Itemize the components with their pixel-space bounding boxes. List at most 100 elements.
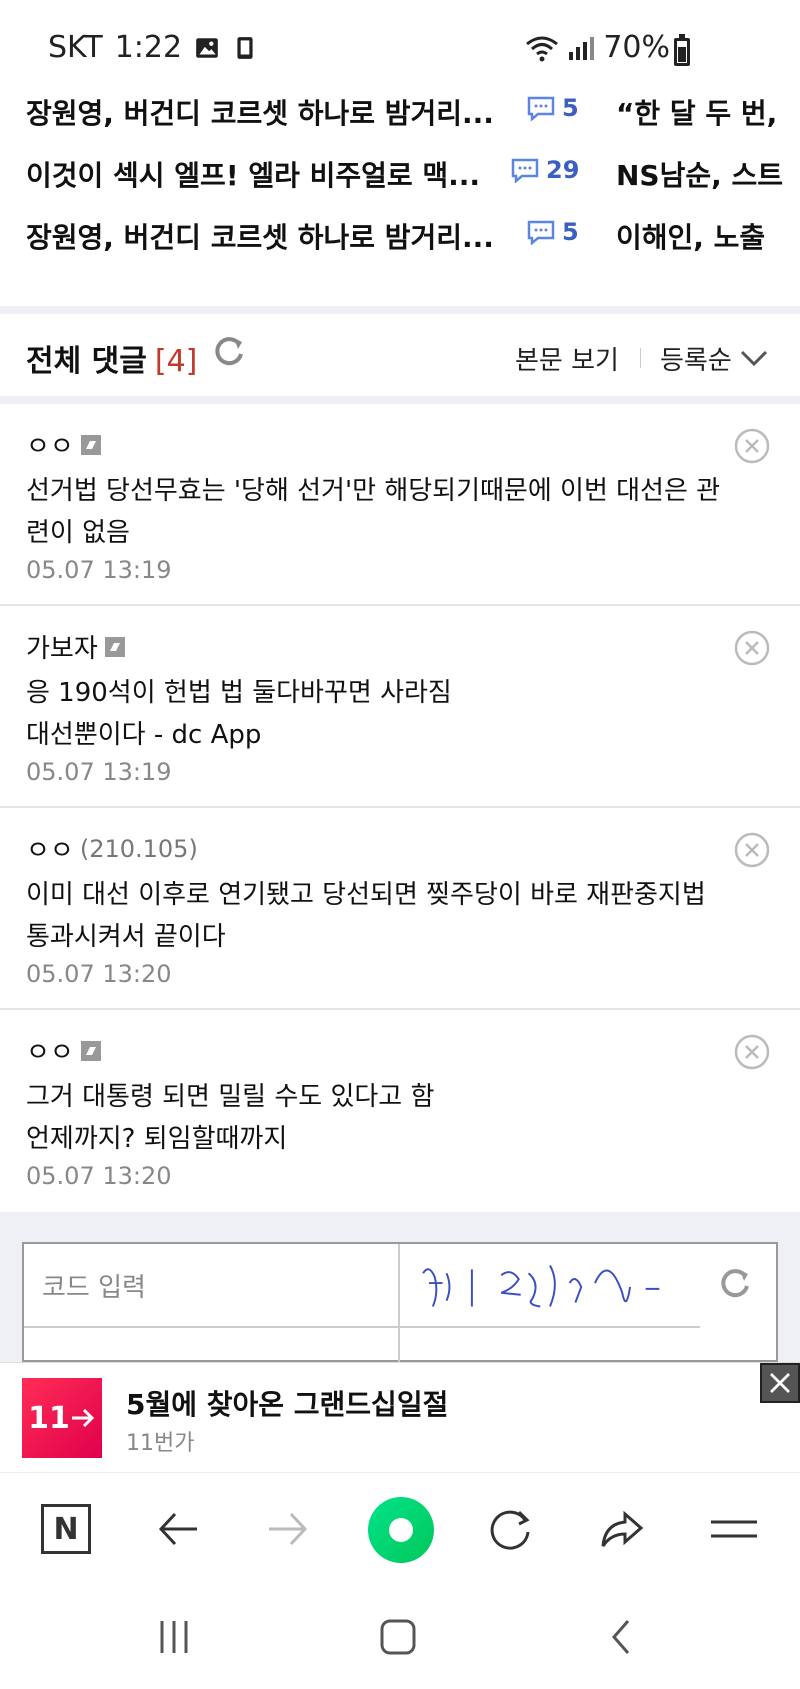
captcha-code-input[interactable]: 코드 입력 (24, 1244, 400, 1328)
comment-bubble-icon (527, 220, 555, 245)
share-arrow-icon (601, 1510, 644, 1547)
related-news-list: 장원영, 버건디 코르셋 하나로 밤거리... 5 “한 달 두 번, 이것이 … (0, 80, 800, 266)
comment-line: 선거법 당선무효는 '당해 선거'만 해당되기때문에 이번 대선은 관 (26, 476, 721, 506)
view-body-link[interactable]: 본문 보기 (515, 340, 619, 377)
comment-author[interactable]: 가보자 (26, 628, 126, 665)
header-separator (640, 348, 641, 368)
gallery-icon (196, 37, 218, 58)
ad-subtitle: 11번가 (126, 1431, 195, 1456)
captcha-image (400, 1265, 700, 1328)
comment-bubble-icon (511, 158, 539, 183)
news-row[interactable]: 장원영, 버건디 코르셋 하나로 밤거리... 5 “한 달 두 번, (0, 80, 800, 142)
browser-toolbar: N (0, 1472, 800, 1582)
menu-button[interactable] (704, 1499, 764, 1559)
comments-title: 전체 댓글 [4] (26, 336, 197, 380)
comments-count: [4] (154, 344, 198, 379)
comment-item: ㅇㅇ 그거 대통령 되면 밀릴 수도 있다고 함 언제까지? 퇴임할때까지 05… (0, 1010, 800, 1212)
news-title[interactable]: 이것이 섹시 엘프! 엘라 비주얼로 맥... (26, 154, 496, 194)
comment-line: 통과시켜서 끝이다 (26, 922, 226, 952)
comment-body: 그거 대통령 되면 밀릴 수도 있다고 함 언제까지? 퇴임할때까지 (26, 1076, 766, 1160)
arrow-right-icon (269, 1512, 308, 1546)
status-carrier: SKT (48, 30, 103, 65)
captcha-name-row (24, 1328, 400, 1362)
delete-comment-icon[interactable] (734, 630, 770, 666)
battery-percent: 70% (603, 30, 670, 65)
ad-banner[interactable]: 11 5월에 찾아온 그랜드십일절 11번가 (0, 1362, 800, 1472)
comment-date: 05.07 13:19 (26, 556, 172, 584)
comment-item: 가보자 응 190석이 헌법 법 둘다바꾸면 사라짐 대선뿐이다 - dc Ap… (0, 606, 800, 808)
wifi-icon (526, 36, 559, 61)
news-right-title[interactable]: NS남순, 스트 (616, 154, 800, 194)
author-name: ㅇㅇ (26, 1038, 74, 1068)
recent-apps-icon (160, 1621, 188, 1653)
comment-author[interactable]: ㅇㅇ (210.105) (26, 830, 198, 867)
reload-button[interactable] (480, 1499, 540, 1559)
ad-logo-arrow-icon (71, 1408, 94, 1428)
ad-logo-text: 11 (28, 1400, 70, 1436)
captcha-refresh-icon[interactable] (718, 1266, 752, 1300)
comment-body: 응 190석이 헌법 법 둘다바꾸면 사라짐 대선뿐이다 - dc App (26, 672, 766, 756)
battery-icon (674, 34, 690, 66)
comment-body: 선거법 당선무효는 '당해 선거'만 해당되기때문에 이번 대선은 관 련이 없… (26, 470, 766, 554)
comment-count: 5 (562, 218, 579, 246)
naver-home-button[interactable]: N (36, 1499, 96, 1559)
sort-dropdown[interactable]: 등록순 (660, 340, 768, 377)
author-name: 가보자 (26, 634, 98, 664)
back-nav-button[interactable] (592, 1612, 652, 1662)
captcha-section: 코드 입력 (0, 1212, 800, 1362)
news-right-title[interactable]: “한 달 두 번, (616, 92, 800, 132)
arrow-left-icon (158, 1512, 197, 1546)
delete-comment-icon[interactable] (734, 1034, 770, 1070)
comment-author[interactable]: ㅇㅇ (26, 426, 102, 463)
section-divider (0, 396, 800, 404)
signal-icon (569, 36, 595, 60)
comment-date: 05.07 13:20 (26, 1162, 172, 1190)
comment-author[interactable]: ㅇㅇ (26, 1032, 102, 1069)
naver-home-icon: N (41, 1504, 91, 1554)
news-right-title[interactable]: 이해인, 노출 (616, 216, 800, 256)
system-nav-bar (0, 1582, 800, 1689)
comment-bubble-icon (527, 96, 555, 121)
chevron-left-icon (612, 1620, 630, 1654)
comment-date: 05.07 13:19 (26, 758, 172, 786)
ad-title: 5월에 찾아온 그랜드십일절 (126, 1388, 449, 1421)
news-row[interactable]: 장원영, 버건디 코르셋 하나로 밤거리... 5 이해인, 노출 (0, 204, 800, 266)
comment-item: ㅇㅇ (210.105) 이미 대선 이후로 연기됐고 당선되면 찢주당이 바로 … (0, 808, 800, 1010)
news-comment-count: 29 (510, 156, 579, 184)
captcha-box: 코드 입력 (22, 1242, 778, 1362)
home-icon (380, 1619, 416, 1655)
comment-line: 응 190석이 헌법 법 둘다바꾸면 사라짐 (26, 678, 452, 708)
fixed-nick-icon (80, 1040, 101, 1061)
comments-title-text: 전체 댓글 (26, 344, 147, 379)
delete-comment-icon[interactable] (734, 832, 770, 868)
fixed-nick-icon (104, 636, 125, 657)
status-time: 1:22 (114, 30, 183, 65)
comment-line: 이미 대선 이후로 연기됐고 당선되면 찢주당이 바로 재판중지법 (26, 880, 706, 910)
comment-count: 29 (546, 156, 580, 184)
news-row[interactable]: 이것이 섹시 엘프! 엘라 비주얼로 맥... 29 NS남순, 스트 (0, 142, 800, 204)
share-button[interactable] (592, 1499, 652, 1559)
hamburger-icon (711, 1520, 757, 1538)
home-button[interactable] (368, 1612, 428, 1662)
news-comment-count: 5 (526, 218, 579, 246)
reload-icon (490, 1510, 530, 1550)
comment-line: 그거 대통령 되면 밀릴 수도 있다고 함 (26, 1082, 435, 1112)
news-title[interactable]: 장원영, 버건디 코르셋 하나로 밤거리... (26, 216, 496, 256)
comment-line: 련이 없음 (26, 518, 130, 548)
green-dot-button[interactable] (366, 1495, 436, 1565)
comment-date: 05.07 13:20 (26, 960, 172, 988)
news-comment-count: 5 (526, 94, 579, 122)
chevron-down-icon (740, 350, 767, 366)
comment-line: 언제까지? 퇴임할때까지 (26, 1124, 288, 1154)
delete-comment-icon[interactable] (734, 428, 770, 464)
back-button[interactable] (148, 1499, 208, 1559)
ad-close-icon[interactable] (760, 1363, 800, 1403)
news-title[interactable]: 장원영, 버건디 코르셋 하나로 밤거리... (26, 92, 496, 132)
comment-item: ㅇㅇ 선거법 당선무효는 '당해 선거'만 해당되기때문에 이번 대선은 관 련… (0, 404, 800, 606)
recent-apps-button[interactable] (144, 1612, 204, 1662)
comment-line: 대선뿐이다 - dc App (26, 720, 262, 750)
section-divider (0, 306, 800, 314)
comment-count: 5 (562, 94, 579, 122)
forward-button[interactable] (258, 1499, 318, 1559)
refresh-comments-icon[interactable] (212, 334, 246, 368)
